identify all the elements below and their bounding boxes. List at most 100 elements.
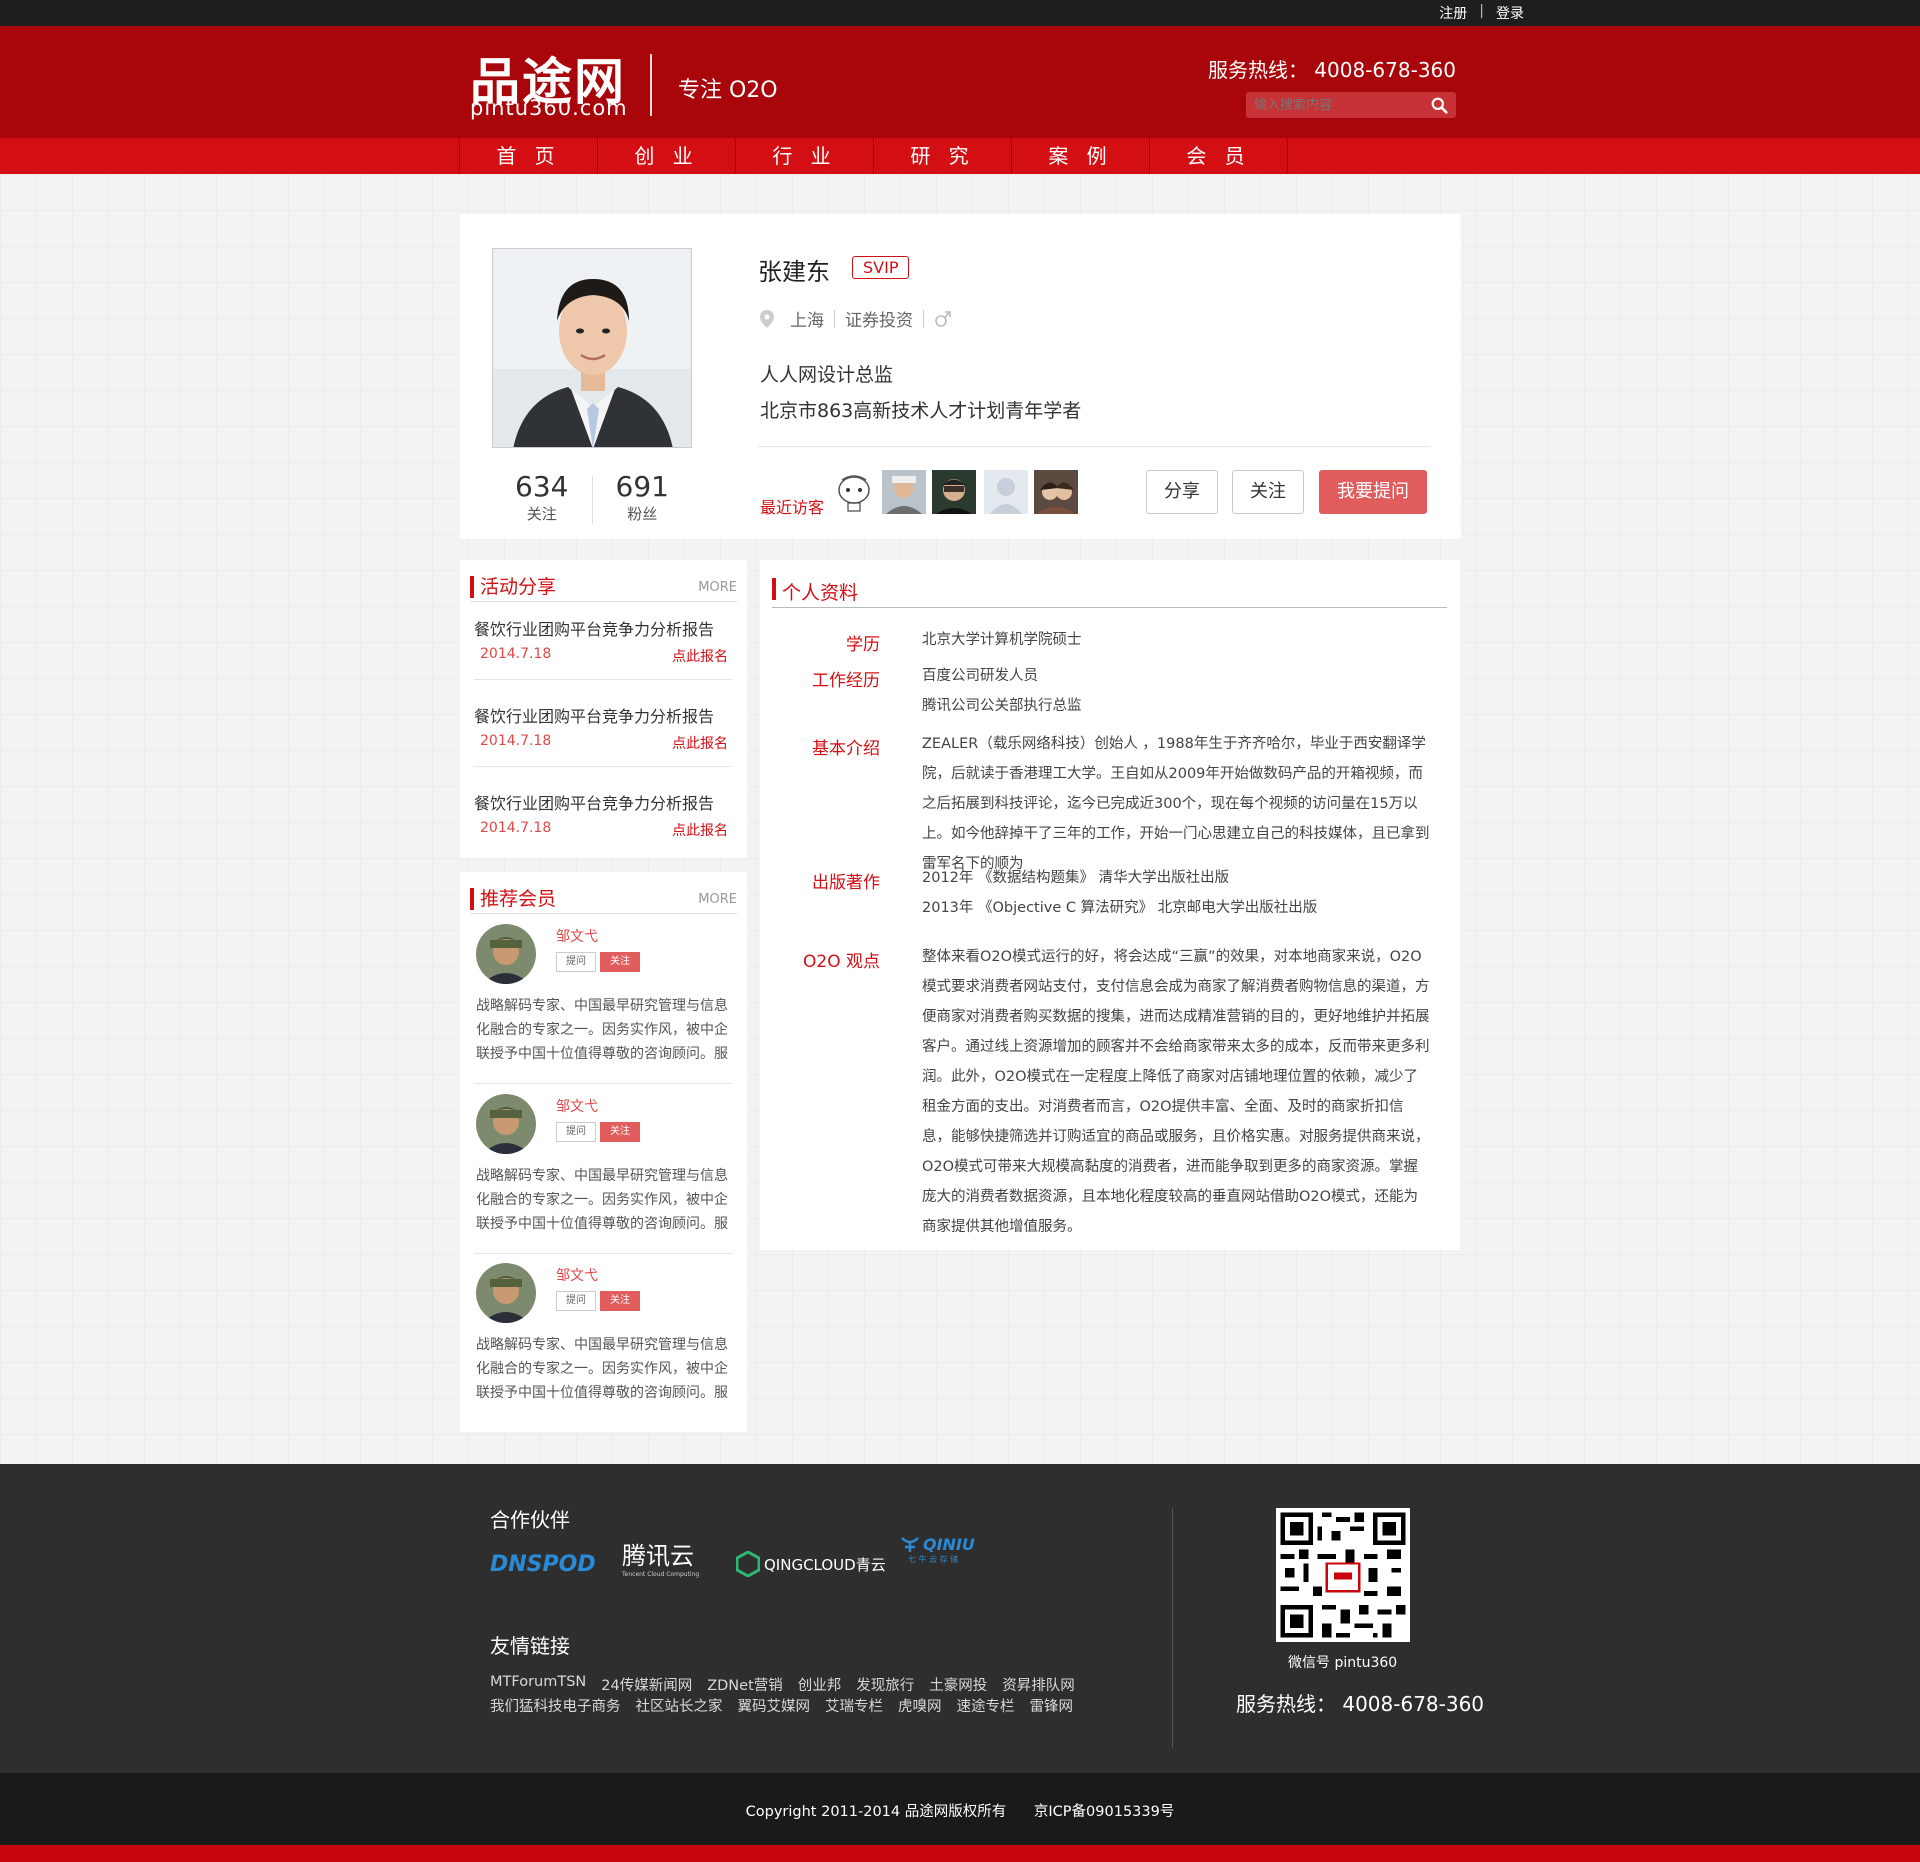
member-ask-button[interactable]: 提问 xyxy=(556,1122,596,1142)
search-input[interactable] xyxy=(1254,95,1424,115)
member-name[interactable]: 邹文弋 xyxy=(556,1096,598,1116)
nav-item-startup[interactable]: 创 业 xyxy=(598,138,736,174)
profile-title-2: 北京市863高新技术人才计划青年学者 xyxy=(760,400,1082,422)
friend-link[interactable]: 创业邦 xyxy=(798,1674,842,1695)
visitor-avatar[interactable] xyxy=(1034,470,1078,514)
member-avatar[interactable] xyxy=(476,1094,536,1154)
friendly-links-row-2: 我们猛科技电子商务 社区站长之家 翼码艾媒网 艾瑞专栏 虎嗅网 速途专栏 雷锋网 xyxy=(490,1695,1073,1716)
activity-more-link[interactable]: MORE xyxy=(698,580,737,595)
member-follow-button[interactable]: 关注 xyxy=(600,952,640,972)
follow-stat[interactable]: 634 关注 xyxy=(492,470,592,524)
partner-qingcloud-logo[interactable]: QINGCLOUD青云 xyxy=(736,1544,886,1584)
nav-item-research[interactable]: 研 究 xyxy=(874,138,1012,174)
qr-code-icon xyxy=(1276,1508,1410,1642)
friend-link[interactable]: 雷锋网 xyxy=(1030,1695,1074,1716)
friend-link[interactable]: 24传媒新闻网 xyxy=(601,1674,692,1695)
member-name[interactable]: 邹文弋 xyxy=(556,1265,598,1285)
share-button[interactable]: 分享 xyxy=(1146,470,1218,514)
partner-qiniu-logo[interactable]: QINIU 七 牛 云 存 储 xyxy=(900,1534,975,1574)
wechat-id: 微信号 pintu360 xyxy=(1288,1655,1398,1671)
copyright-text: Copyright 2011-2014 品途网版权所有 京ICP备0901533… xyxy=(745,1804,1175,1820)
intro-label: 基本介绍 xyxy=(812,739,880,759)
friend-link[interactable]: ZDNet营销 xyxy=(707,1674,783,1695)
friend-link[interactable]: 艾瑞专栏 xyxy=(825,1695,883,1716)
item-divider xyxy=(474,1083,732,1084)
item-divider xyxy=(474,1253,732,1254)
partner-qiniu-text: QINIU xyxy=(923,1534,975,1554)
signup-link[interactable]: 点此报名 xyxy=(672,733,728,753)
member-ask-button[interactable]: 提问 xyxy=(556,952,596,972)
publication-2: 2013年 《Objective C 算法研究》 北京邮电大学出版社出版 xyxy=(922,900,1318,916)
education-value: 北京大学计算机学院硕士 xyxy=(922,632,1082,648)
activity-item: 餐饮行业团购平台竞争力分析报告 2014.7.18 点此报名 xyxy=(474,695,732,767)
search-icon[interactable] xyxy=(1431,97,1448,114)
member-item: 邹文弋 提问 关注 战略解码专家、中国最早研究管理与信息化融合的专家之一。因务实… xyxy=(474,916,732,1084)
signup-link[interactable]: 点此报名 xyxy=(672,646,728,666)
member-avatar[interactable] xyxy=(476,1263,536,1323)
visitor-avatar[interactable] xyxy=(932,470,976,514)
meta-divider xyxy=(834,309,835,328)
member-description: 战略解码专家、中国最早研究管理与信息化融合的专家之一。因务实作风，被中企联授予中… xyxy=(476,1337,728,1401)
wechat-qr-code xyxy=(1276,1508,1410,1642)
friend-link[interactable]: MTForumTSN xyxy=(490,1674,586,1695)
profile-meta: 上海 证券投资 xyxy=(760,306,952,331)
follow-button[interactable]: 关注 xyxy=(1232,470,1304,514)
profile-city: 上海 xyxy=(790,311,824,331)
signup-link[interactable]: 点此报名 xyxy=(672,820,728,840)
portrait-image xyxy=(493,249,691,447)
member-follow-button[interactable]: 关注 xyxy=(600,1291,640,1311)
members-more-link[interactable]: MORE xyxy=(698,892,737,907)
visitor-avatar[interactable] xyxy=(832,470,876,514)
location-pin-icon xyxy=(760,309,774,328)
member-follow-button[interactable]: 关注 xyxy=(600,1122,640,1142)
friend-link[interactable]: 翼码艾媒网 xyxy=(738,1695,811,1716)
register-link[interactable]: 注册 xyxy=(1439,3,1467,23)
site-slogan: 专注 O2O xyxy=(678,78,778,103)
profile-title-1: 人人网设计总监 xyxy=(760,364,894,386)
nav-item-members[interactable]: 会 员 xyxy=(1150,138,1288,174)
partner-qiniu-subtext: 七 牛 云 存 储 xyxy=(908,1555,959,1564)
visitor-avatar[interactable] xyxy=(882,470,926,514)
activity-title[interactable]: 餐饮行业团购平台竞争力分析报告 xyxy=(474,790,714,814)
fans-count: 691 xyxy=(615,470,669,503)
nav-item-home[interactable]: 首 页 xyxy=(460,138,598,174)
member-ask-button[interactable]: 提问 xyxy=(556,1291,596,1311)
top-bar: 注册 | 登录 xyxy=(0,0,1920,26)
visitor-avatar[interactable] xyxy=(984,470,1028,514)
member-name[interactable]: 邹文弋 xyxy=(556,926,598,946)
member-description: 战略解码专家、中国最早研究管理与信息化融合的专家之一。因务实作风，被中企联授予中… xyxy=(476,998,728,1062)
fans-stat[interactable]: 691 粉丝 xyxy=(593,470,693,524)
friend-link[interactable]: 速途专栏 xyxy=(957,1695,1015,1716)
logo-domain[interactable]: pintu360.com xyxy=(470,96,628,120)
profile-card: 634 关注 691 粉丝 张建东 SVIP 上海 证券投资 人人网设计总监 北… xyxy=(460,214,1461,539)
friend-link[interactable]: 虎嗅网 xyxy=(898,1695,942,1716)
nav-item-cases[interactable]: 案 例 xyxy=(1012,138,1150,174)
publication-1: 2012年 《数据结构题集》 清华大学出版社出版 xyxy=(922,870,1230,886)
partner-dnspod-logo[interactable]: DNSPOD xyxy=(490,1552,596,1592)
friendly-links-row-1: MTForumTSN 24传媒新闻网 ZDNet营销 创业邦 发现旅行 土豪网投… xyxy=(490,1674,1075,1695)
intro-value: ZEALER（载乐网络科技）创始人 ，1988年生于齐齐哈尔，毕业于西安翻译学院… xyxy=(922,736,1430,872)
member-avatar[interactable] xyxy=(476,924,536,984)
education-label: 学历 xyxy=(846,635,880,655)
friend-link[interactable]: 资昇排队网 xyxy=(1002,1674,1075,1695)
link-separator: | xyxy=(1479,3,1484,19)
member-item: 邹文弋 提问 关注 战略解码专家、中国最早研究管理与信息化融合的专家之一。因务实… xyxy=(474,1086,732,1254)
friend-link[interactable]: 社区站长之家 xyxy=(636,1695,723,1716)
friend-link[interactable]: 发现旅行 xyxy=(856,1674,914,1695)
activity-title[interactable]: 餐饮行业团购平台竞争力分析报告 xyxy=(474,616,714,640)
account-links: 注册 | 登录 xyxy=(1439,3,1524,23)
item-divider xyxy=(474,679,732,680)
recommended-members-panel: 推荐会员 MORE 邹文弋 提问 关注 战略解码专家、中国最早研究管理与信息化融… xyxy=(460,872,747,1432)
footer-divider xyxy=(1172,1508,1173,1748)
logo-divider xyxy=(650,54,652,116)
friend-link[interactable]: 我们猛科技电子商务 xyxy=(490,1695,621,1716)
nav-item-industry[interactable]: 行 业 xyxy=(736,138,874,174)
profile-avatar xyxy=(492,248,692,448)
ask-question-button[interactable]: 我要提问 xyxy=(1319,470,1427,514)
copyright-bar: Copyright 2011-2014 品途网版权所有 京ICP备0901533… xyxy=(0,1773,1920,1845)
partner-tencent-cloud-logo[interactable]: 腾讯云 Tencent Cloud Computing xyxy=(622,1536,699,1578)
activity-title[interactable]: 餐饮行业团购平台竞争力分析报告 xyxy=(474,703,714,727)
friend-link[interactable]: 土豪网投 xyxy=(929,1674,987,1695)
login-link[interactable]: 登录 xyxy=(1496,3,1524,23)
fans-label: 粉丝 xyxy=(627,505,658,523)
